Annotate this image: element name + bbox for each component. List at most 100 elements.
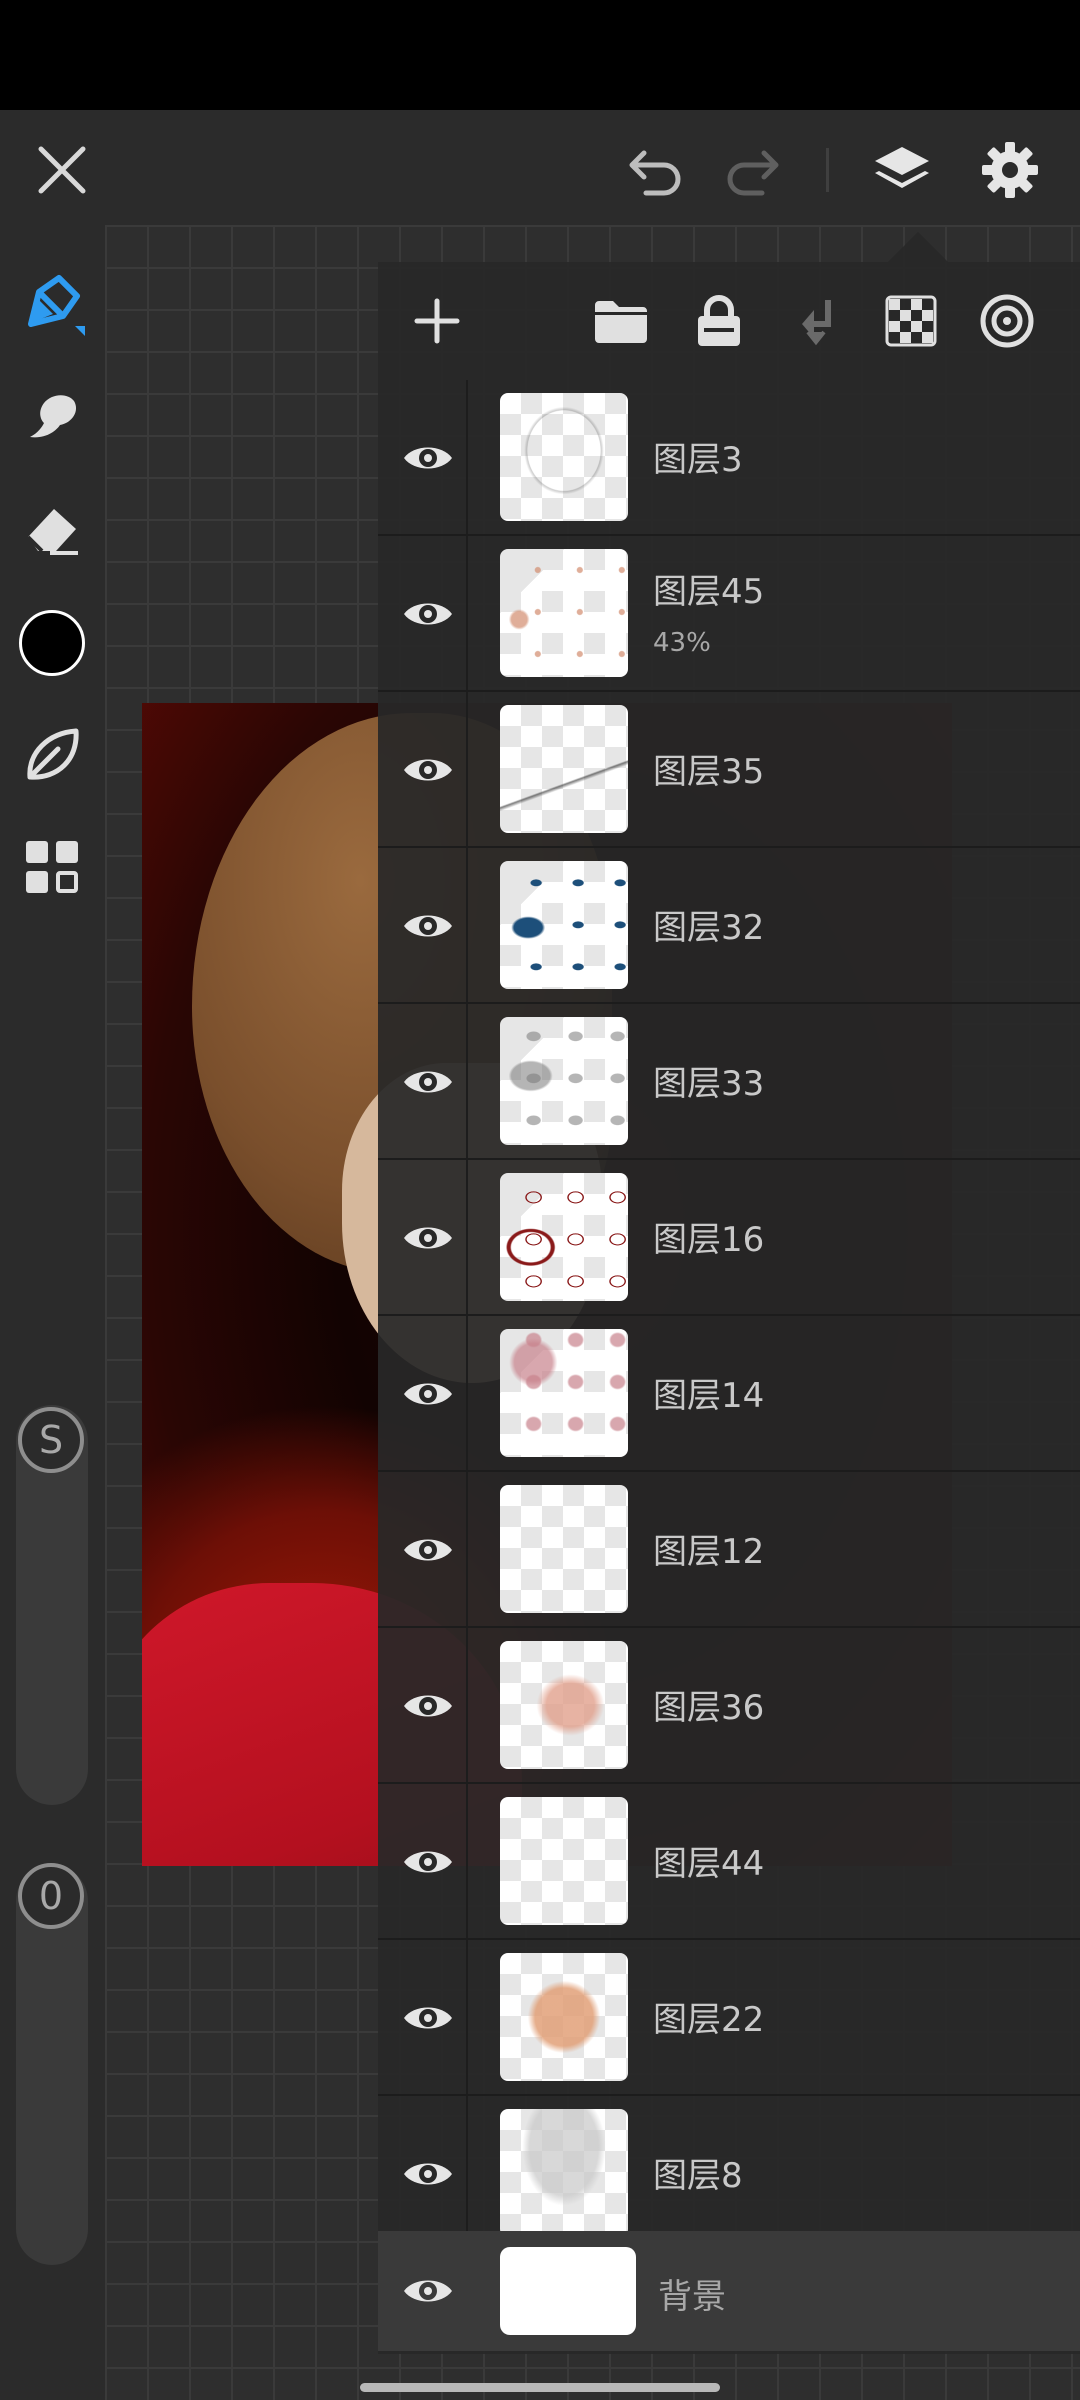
merge-down-button[interactable]: [778, 282, 856, 360]
gear-icon: [982, 142, 1038, 198]
layer-thumbnail: [500, 705, 628, 833]
layer-name: 图层35: [653, 752, 765, 792]
visibility-toggle[interactable]: [396, 2259, 460, 2323]
layer-row[interactable]: 图层3: [378, 380, 1080, 536]
eye-icon: [404, 1851, 452, 1873]
layer-thumbnail: [500, 549, 628, 677]
visibility-toggle[interactable]: [396, 1986, 460, 2050]
size-slider-knob[interactable]: S: [18, 1407, 84, 1473]
layer-name: 图层45: [653, 572, 765, 612]
row-divider: [466, 1940, 468, 2094]
layers-button[interactable]: [862, 130, 942, 210]
layer-thumbnail: [500, 1953, 628, 2081]
brush-pen-tool[interactable]: [12, 265, 92, 345]
row-divider: [466, 536, 468, 690]
layer-name: 图层36: [653, 1688, 765, 1728]
lock-layer-button[interactable]: [680, 282, 758, 360]
eye-icon: [404, 2007, 452, 2029]
eraser-tool[interactable]: [12, 487, 92, 567]
visibility-toggle[interactable]: [396, 1830, 460, 1894]
settings-button[interactable]: [970, 130, 1050, 210]
new-folder-button[interactable]: [582, 282, 660, 360]
row-divider: [466, 1784, 468, 1938]
layer-opacity: 43%: [653, 628, 711, 658]
layers-icon: [875, 147, 929, 188]
row-divider: [466, 1160, 468, 1314]
visibility-toggle[interactable]: [396, 582, 460, 646]
status-bar: [0, 0, 1080, 110]
color-picker[interactable]: [12, 603, 92, 683]
eye-icon: [404, 1227, 452, 1249]
visibility-toggle[interactable]: [396, 738, 460, 802]
layer-row[interactable]: 图层14: [378, 1316, 1080, 1472]
color-swatch: [19, 610, 85, 676]
visibility-toggle[interactable]: [396, 1518, 460, 1582]
left-toolbar: S 0: [0, 225, 105, 2400]
add-layer-button[interactable]: [398, 282, 476, 360]
row-divider: [466, 1316, 468, 1470]
layer-thumbnail: [500, 393, 628, 521]
visibility-toggle[interactable]: [396, 1206, 460, 1270]
eye-icon: [404, 1539, 452, 1561]
layer-name: 图层12: [653, 1532, 765, 1572]
visibility-toggle[interactable]: [396, 1362, 460, 1426]
close-button[interactable]: [22, 130, 102, 210]
material-tool[interactable]: [12, 827, 92, 907]
eye-icon: [404, 1695, 452, 1717]
layers-panel-caret: [888, 232, 948, 262]
opacity-slider-knob[interactable]: 0: [18, 1863, 84, 1929]
eye-icon: [404, 2163, 452, 2185]
size-label: S: [38, 1418, 64, 1462]
transparency-button[interactable]: [872, 282, 950, 360]
opacity-label: 0: [38, 1874, 64, 1918]
visibility-toggle[interactable]: [396, 894, 460, 958]
layer-row[interactable]: 图层44: [378, 1784, 1080, 1940]
row-divider: [466, 692, 468, 846]
layer-list: 图层3 图层45 43% 图层35 图层32 图层33 图层16 图层14 图层12 图层36 图层…: [378, 380, 1080, 2252]
layer-row[interactable]: 图层45 43%: [378, 536, 1080, 692]
undo-button[interactable]: [616, 130, 696, 210]
home-indicator[interactable]: [360, 2383, 720, 2392]
layer-name: 图层8: [653, 2156, 743, 2196]
layer-thumbnail: [500, 1017, 628, 1145]
layer-name: 背景: [658, 2277, 726, 2317]
lock-icon: [698, 295, 740, 346]
top-divider: [826, 148, 829, 192]
visibility-toggle[interactable]: [396, 426, 460, 490]
visibility-toggle[interactable]: [396, 2142, 460, 2206]
layer-row[interactable]: 图层22: [378, 1940, 1080, 2096]
eraser-icon: [26, 509, 78, 555]
layer-row[interactable]: 图层33: [378, 1004, 1080, 1160]
eye-icon: [404, 1383, 452, 1405]
row-divider: [466, 1004, 468, 1158]
layer-row[interactable]: 图层16: [378, 1160, 1080, 1316]
reference-layer-button[interactable]: [968, 282, 1046, 360]
visibility-toggle[interactable]: [396, 1050, 460, 1114]
layer-row[interactable]: 图层32: [378, 848, 1080, 1004]
fill-tool[interactable]: [12, 715, 92, 795]
smudge-tool[interactable]: [12, 375, 92, 455]
pen-icon: [28, 275, 85, 336]
add-icon: [414, 298, 460, 344]
visibility-toggle[interactable]: [396, 1674, 460, 1738]
layer-name: 图层16: [653, 1220, 765, 1260]
layer-row[interactable]: 图层12: [378, 1472, 1080, 1628]
layer-thumbnail: [500, 1485, 628, 1613]
layer-thumbnail: [500, 2247, 636, 2335]
target-icon: [980, 294, 1034, 348]
redo-button[interactable]: [712, 130, 792, 210]
grid-icon: [26, 841, 78, 893]
undo-icon: [629, 150, 681, 196]
layer-thumbnail: [500, 2109, 628, 2237]
row-divider: [466, 2096, 468, 2250]
eye-icon: [404, 447, 452, 469]
layer-name: 图层32: [653, 908, 765, 948]
layer-row[interactable]: 图层36: [378, 1628, 1080, 1784]
layer-row[interactable]: 图层8: [378, 2096, 1080, 2252]
folder-icon: [595, 301, 647, 343]
layer-name: 图层44: [653, 1844, 765, 1884]
background-layer-row[interactable]: 背景: [378, 2231, 1080, 2351]
layers-panel: 图层3 图层45 43% 图层35 图层32 图层33 图层16 图层14 图层12 图层36 图层…: [378, 262, 1080, 2354]
layer-row[interactable]: 图层35: [378, 692, 1080, 848]
layer-thumbnail: [500, 1641, 628, 1769]
